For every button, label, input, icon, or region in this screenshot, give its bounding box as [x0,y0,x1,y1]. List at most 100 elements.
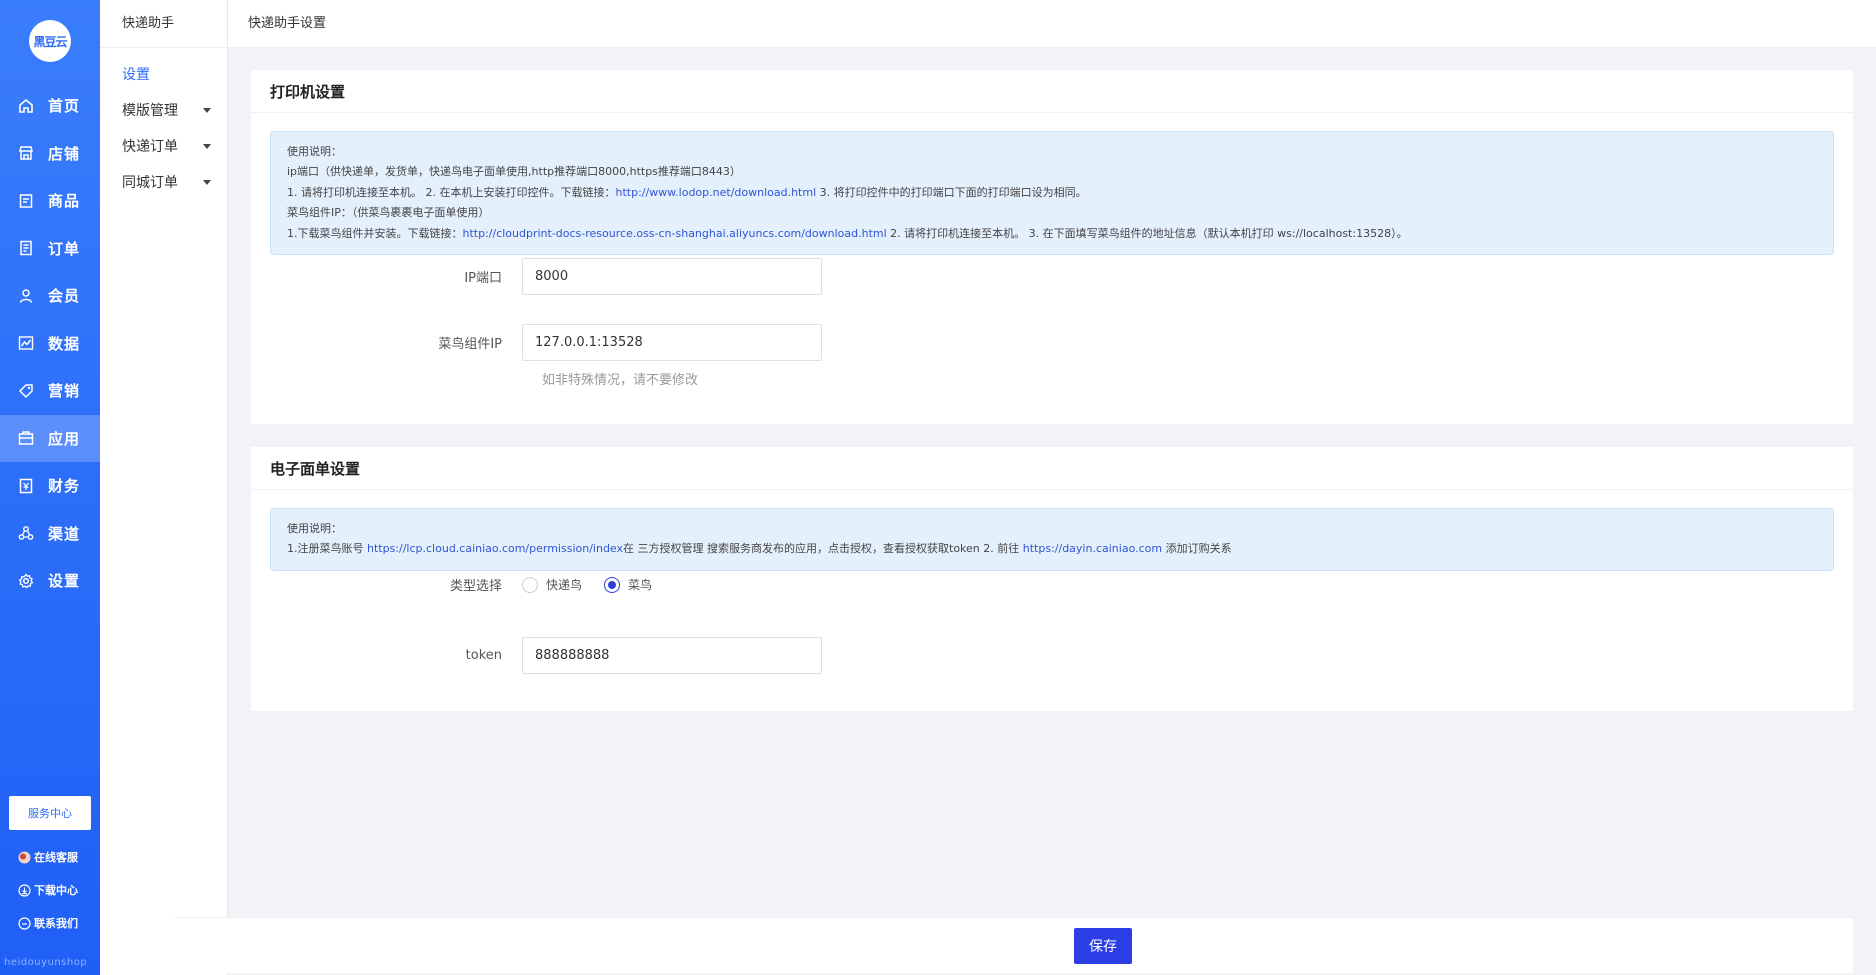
ip-port-row: IP端口 8000 [372,258,822,295]
cainiao-ip-label: 菜鸟组件IP [438,337,502,352]
radio-label: 快递鸟 [546,578,583,592]
notice-line: 使用说明： [287,522,342,535]
chevron-down-icon [203,179,211,185]
nav-item-home[interactable]: 首页 [0,82,100,130]
lodop-download-link[interactable]: http://www.lodop.net/download.html [615,186,816,199]
member-icon [17,287,35,305]
nav-label: 订单 [48,239,81,258]
store-icon [17,144,35,162]
cainiao-download-link[interactable]: http://cloudprint-docs-resource.oss-cn-s… [463,227,887,240]
nav-label: 财务 [48,477,81,496]
ip-port-label: IP端口 [464,271,502,286]
nav-item-settings[interactable]: 设置 [0,557,100,605]
nav-label: 会员 [48,287,81,306]
type-radio-group: 快递鸟 菜鸟 [522,576,674,593]
notice-line: 1.下载菜鸟组件并安装。下载链接：http://cloudprint-docs-… [287,224,1817,244]
nav-item-member[interactable]: 会员 [0,272,100,320]
notice-text: 1.下载菜鸟组件并安装。下载链接： [287,226,463,240]
sub-sidebar: 快递助手 设置 模版管理 快递订单 同城订单 [100,0,228,975]
type-select-label: 类型选择 [449,579,502,594]
footer-bar: 保存 [175,917,1853,973]
service-center-button[interactable]: 服务中心 [9,796,91,830]
download-center-link[interactable]: 下载中心 [18,882,78,898]
nav-label: 商品 [48,192,81,211]
printer-settings-title: 打印机设置 [251,70,1853,113]
notice-text: 1. 请将打印机连接至本机。 2. 在本机上安装打印控件。下载链接： [287,185,616,199]
printer-notice: 使用说明： ip端口（供快递单，发货单，快递鸟电子面单使用,http推荐端口80… [270,131,1834,256]
sub-item-express-orders[interactable]: 快递订单 [100,128,227,164]
radio-cainiao[interactable]: 菜鸟 [604,576,652,593]
order-icon [17,239,35,257]
gear-icon [17,572,35,590]
app-icon [17,429,35,447]
nav-item-store[interactable]: 店铺 [0,130,100,178]
notice-text: 2. 请将打印机连接至本机。 3. 在下面填写菜鸟组件的地址信息（默认本机打印 … [886,226,1408,240]
token-row: token 888888888 [372,637,822,674]
save-button[interactable]: 保存 [1074,927,1132,964]
notice-line: 菜鸟组件IP：（供菜鸟裹裹电子面单使用） [287,206,490,220]
primary-sidebar: 黑豆云 首页 店铺 商品 订单 会员 数据 营销 应用 财务 渠道 设置 服务中… [0,0,100,975]
nav-label: 设置 [48,572,81,591]
online-service-link[interactable]: 在线客服 [18,849,78,865]
token-input[interactable]: 888888888 [522,637,822,674]
cainiao-permission-link[interactable]: https://lcp.cloud.cainiao.com/permission… [367,542,623,555]
online-service-label: 在线客服 [34,851,78,864]
waybill-notice: 使用说明： 1.注册菜鸟账号 https://lcp.cloud.cainiao… [270,508,1834,571]
radio-kuaidiniao[interactable]: 快递鸟 [522,576,582,593]
goods-icon [17,192,35,210]
notice-text: 3. 将打印控件中的打印端口下面的打印端口设为相同。 [816,185,1087,199]
main-nav: 首页 店铺 商品 订单 会员 数据 营销 应用 财务 渠道 设置 [0,82,100,605]
radio-circle [522,576,538,593]
nav-label: 店铺 [48,144,81,163]
nav-label: 首页 [48,97,81,116]
sub-item-label: 模版管理 [122,103,178,119]
contact-us-link[interactable]: 联系我们 [18,915,78,931]
breadcrumb: 快递助手设置 [248,16,327,31]
radio-label: 菜鸟 [628,578,653,592]
cainiao-ip-row: 菜鸟组件IP 127.0.0.1:13528 [372,324,822,361]
cainiao-ip-input[interactable]: 127.0.0.1:13528 [522,324,822,361]
nav-item-order[interactable]: 订单 [0,225,100,273]
chat-icon [18,916,31,930]
nav-label: 应用 [48,429,81,448]
notice-line: 1.注册菜鸟账号 https://lcp.cloud.cainiao.com/p… [287,539,1817,559]
nav-item-channel[interactable]: 渠道 [0,510,100,558]
nav-label: 渠道 [48,524,81,543]
contact-us-label: 联系我们 [34,917,78,930]
nav-item-finance[interactable]: 财务 [0,462,100,510]
home-icon [17,97,35,115]
nav-item-goods[interactable]: 商品 [0,177,100,225]
sub-item-settings[interactable]: 设置 [100,56,227,92]
avatar-icon [18,851,31,864]
cainiao-dayin-link[interactable]: https://dayin.cainiao.com [1023,542,1162,555]
sub-item-label: 设置 [122,67,150,83]
channel-icon [17,524,35,542]
nav-label: 营销 [48,382,81,401]
watermark-text: heidouyunshop [4,957,88,968]
nav-item-app[interactable]: 应用 [0,414,100,462]
nav-label: 数据 [48,334,81,353]
chart-icon [17,334,35,352]
nav-item-marketing[interactable]: 营销 [0,367,100,415]
sub-sidebar-title: 快递助手 [100,0,227,48]
notice-text: 在 三方授权管理 搜索服务商发布的应用，点击授权，查看授权获取token 2. … [623,542,1023,556]
logo-text: 黑豆云 [33,34,67,49]
radio-circle [604,576,621,593]
finance-icon [17,477,35,495]
notice-line: 使用说明： [287,145,342,158]
chevron-down-icon [203,143,211,149]
nav-item-data[interactable]: 数据 [0,320,100,368]
notice-text: 添加订购关系 [1162,542,1232,556]
chevron-down-icon [203,107,211,113]
ip-port-input[interactable]: 8000 [522,258,822,295]
notice-text: 1.注册菜鸟账号 [287,542,367,556]
brand-logo[interactable]: 黑豆云 [29,20,71,62]
type-select-row: 类型选择 快递鸟 菜鸟 [372,575,674,594]
cainiao-ip-hint: 如非特殊情况，请不要修改 [542,373,699,388]
waybill-settings-card: 电子面单设置 使用说明： 1.注册菜鸟账号 https://lcp.cloud.… [251,447,1853,711]
sub-item-template-manage[interactable]: 模版管理 [100,92,227,128]
waybill-settings-title: 电子面单设置 [251,447,1853,490]
sub-item-city-orders[interactable]: 同城订单 [100,164,227,200]
tag-icon [17,382,35,400]
sub-menu: 设置 模版管理 快递订单 同城订单 [100,48,227,200]
